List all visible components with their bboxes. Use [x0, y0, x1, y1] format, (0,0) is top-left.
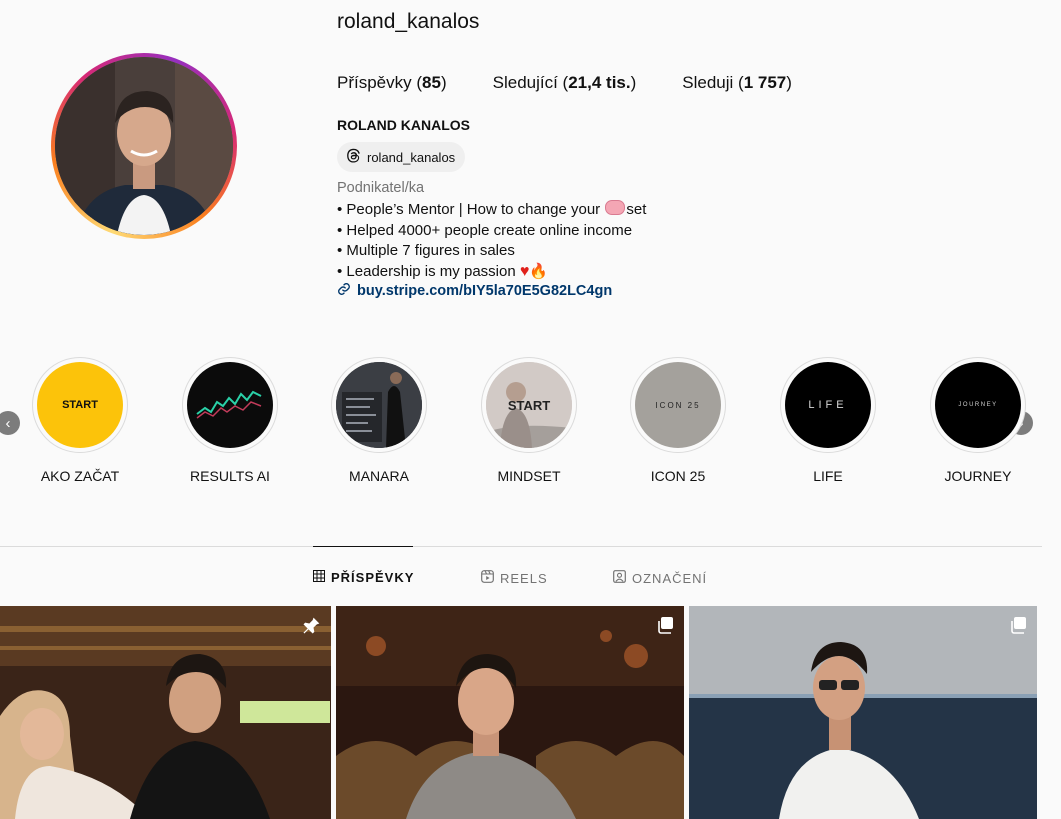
highlight-life[interactable]: LIFE LIFE: [768, 357, 888, 484]
tagged-icon: [613, 570, 626, 586]
bio-line: • People’s Mentor | How to change your s…: [337, 200, 647, 218]
bio-line: • Multiple 7 figures in sales: [337, 242, 515, 259]
tab-posts[interactable]: PŘÍSPĚVKY: [313, 570, 414, 585]
tab-reels[interactable]: REELS: [481, 570, 548, 586]
brain-emoji-icon: [605, 200, 626, 215]
chevron-left-icon: ‹: [5, 414, 11, 432]
post-image: [336, 606, 684, 819]
post-thumbnail[interactable]: [0, 606, 331, 819]
active-tab-indicator: [313, 546, 413, 547]
profile-category: Podnikatel/ka: [337, 180, 425, 196]
followers-count[interactable]: Sledující (21,4 tis.): [493, 73, 637, 93]
profile-avatar[interactable]: [51, 53, 237, 239]
highlight-results-ai[interactable]: RESULTS AI: [170, 357, 290, 484]
highlight-cover: START: [37, 362, 123, 448]
avatar-photo: [55, 57, 233, 235]
profile-full-name: ROLAND KANALOS: [337, 117, 470, 133]
highlight-icon-25[interactable]: ICON 25 ICON 25: [618, 357, 738, 484]
profile-username: roland_kanalos: [337, 10, 480, 33]
profile-link[interactable]: buy.stripe.com/bIY5la70E5G82LC4gn: [337, 282, 612, 300]
tabs-divider: [0, 546, 1042, 547]
following-count[interactable]: Sleduji (1 757): [682, 73, 792, 93]
threads-badge[interactable]: roland_kanalos: [337, 142, 466, 172]
pin-icon: [301, 616, 321, 641]
profile-bio: • People’s Mentor | How to change your s…: [337, 200, 646, 282]
profile-stats: Příspěvky (85) Sledující (21,4 tis.) Sle…: [337, 73, 792, 93]
bio-line: • Helped 4000+ people create online inco…: [337, 221, 633, 239]
tab-tagged[interactable]: OZNAČENÍ: [613, 570, 707, 586]
highlight-cover: [336, 362, 422, 448]
fire-emoji-icon: 🔥: [529, 262, 549, 280]
highlight-manara[interactable]: MANARA: [319, 357, 439, 484]
highlight-cover: LIFE: [785, 362, 871, 448]
posts-count: Příspěvky (85): [337, 73, 447, 92]
highlights-prev-button[interactable]: ‹: [0, 411, 20, 435]
post-image: [689, 606, 1037, 819]
highlight-cover: ICON 25: [635, 362, 721, 448]
carousel-icon: [656, 616, 674, 639]
highlight-cover: START: [486, 362, 572, 448]
highlight-cover: [187, 362, 273, 448]
bio-line: • Leadership is my passion ♥🔥: [337, 262, 549, 280]
highlight-mindset[interactable]: START MINDSET: [469, 357, 589, 484]
threads-icon: [345, 147, 362, 167]
post-thumbnail[interactable]: [336, 606, 684, 819]
post-thumbnail[interactable]: [689, 606, 1037, 819]
carousel-icon: [1009, 616, 1027, 639]
grid-icon: [313, 570, 325, 585]
link-text: buy.stripe.com/bIY5la70E5G82LC4gn: [357, 283, 613, 299]
highlight-cover: JOURNEY: [935, 362, 1021, 448]
highlight-ako-zacat[interactable]: START AKO ZAČAT: [20, 357, 140, 484]
reels-icon: [481, 570, 494, 586]
link-icon: [337, 282, 351, 300]
highlight-journey[interactable]: JOURNEY JOURNEY: [918, 357, 1038, 484]
threads-handle: roland_kanalos: [367, 149, 456, 165]
post-image: [0, 606, 331, 819]
heart-emoji-icon: ♥: [519, 262, 530, 280]
